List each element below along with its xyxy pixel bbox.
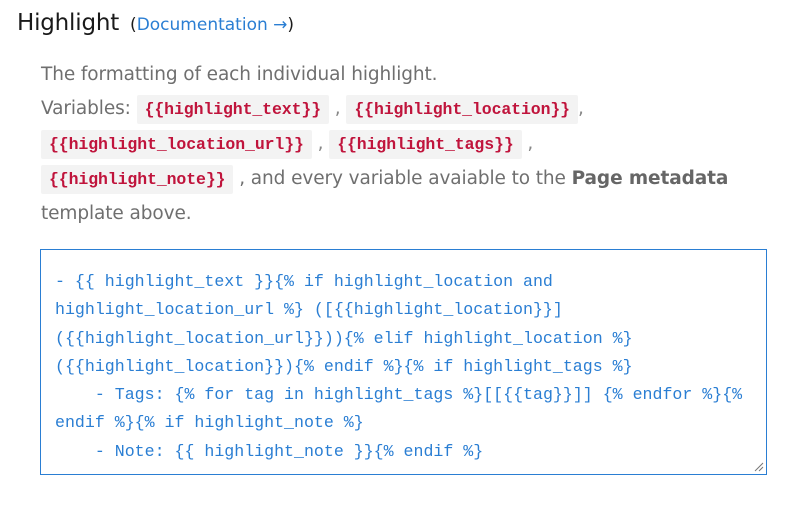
- variable-highlight-note: {{highlight_note}}: [41, 165, 234, 194]
- description-line: The formatting of each individual highli…: [41, 64, 438, 85]
- section-title: Highlight: [17, 10, 120, 36]
- variable-highlight-location-url: {{highlight_location_url}}: [41, 130, 312, 159]
- variables-block: Variables: {{highlight_text}} , {{highli…: [41, 92, 781, 231]
- variable-highlight-text: {{highlight_text}}: [136, 95, 329, 124]
- variable-highlight-location: {{highlight_location}}: [346, 95, 578, 124]
- comma-separator: ,: [334, 98, 341, 119]
- comma-separator: ,: [527, 133, 534, 154]
- section-header: Highlight (Documentation →): [17, 10, 294, 36]
- variables-label: Variables:: [41, 98, 131, 119]
- doc-close-paren: ): [287, 15, 295, 35]
- description-tail: , and every variable avaiable to the: [239, 168, 566, 189]
- description-tail-end: template above.: [41, 203, 192, 224]
- documentation-wrapper: (Documentation →): [130, 15, 294, 35]
- template-editor: - {{ highlight_text }}{% if highlight_lo…: [40, 249, 767, 475]
- documentation-link[interactable]: Documentation →: [137, 15, 288, 35]
- resize-handle-icon[interactable]: [754, 462, 764, 472]
- section-description: The formatting of each individual highli…: [41, 58, 781, 231]
- doc-open-paren: (: [130, 15, 137, 35]
- variable-highlight-tags: {{highlight_tags}}: [329, 130, 522, 159]
- highlight-template-textarea[interactable]: - {{ highlight_text }}{% if highlight_lo…: [41, 250, 766, 474]
- comma-separator: ,: [317, 133, 324, 154]
- comma-separator: ,: [577, 98, 584, 119]
- page-metadata-reference: Page metadata: [571, 168, 729, 189]
